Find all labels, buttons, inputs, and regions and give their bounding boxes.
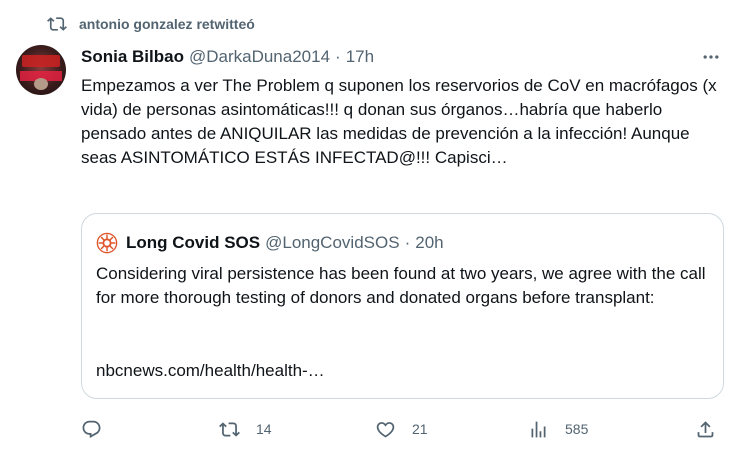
quote-author-name: Long Covid SOS (126, 233, 261, 252)
quote-avatar-icon[interactable] (96, 232, 118, 254)
author-name[interactable]: Sonia Bilbao (81, 47, 184, 67)
heart-icon (376, 421, 395, 438)
views-count: 585 (565, 421, 589, 437)
separator-dot: · (335, 47, 341, 66)
like-count: 21 (412, 421, 428, 437)
share-button[interactable] (695, 414, 716, 444)
like-button[interactable]: 21 (375, 414, 428, 444)
retweet-button[interactable]: 14 (219, 414, 272, 444)
quoted-tweet[interactable]: Long Covid SOS @LongCovidSOS · 20h Consi… (81, 213, 724, 399)
reply-icon (82, 420, 101, 438)
quote-link[interactable]: nbcnews.com/health/health-… (96, 359, 325, 383)
tweet-header: Sonia Bilbao @DarkaDuna2014 · 17h (81, 46, 374, 68)
views-chart-icon (531, 421, 546, 437)
avatar-image-part (34, 78, 48, 90)
retweet-label: antonio gonzalez retwitteó (79, 16, 255, 32)
tweet-time[interactable]: 17h (346, 47, 374, 67)
retweet-action-icon (219, 421, 240, 437)
tweet-text: Empezamos a ver The Problem q suponen lo… (81, 76, 717, 167)
quote-header: Long Covid SOS @LongCovidSOS · 20h (96, 232, 444, 254)
retweet-context[interactable]: antonio gonzalez retwitteó (47, 13, 255, 35)
retweet-count: 14 (256, 421, 272, 437)
reply-button[interactable] (81, 414, 118, 444)
quote-separator-dot: · (404, 233, 411, 252)
quote-text: Considering viral persistence has been f… (96, 264, 706, 307)
quote-time: 20h (415, 233, 444, 252)
quote-author-handle: @LongCovidSOS (265, 233, 400, 252)
avatar[interactable] (16, 45, 66, 95)
author-handle[interactable]: @DarkaDuna2014 (189, 47, 330, 67)
more-options-icon[interactable] (701, 47, 721, 67)
views-button[interactable]: 585 (528, 414, 588, 444)
tweet-actions: 14 21 585 (0, 414, 744, 444)
avatar-image-part (22, 55, 60, 67)
retweet-icon (47, 17, 67, 31)
share-icon (697, 420, 714, 437)
